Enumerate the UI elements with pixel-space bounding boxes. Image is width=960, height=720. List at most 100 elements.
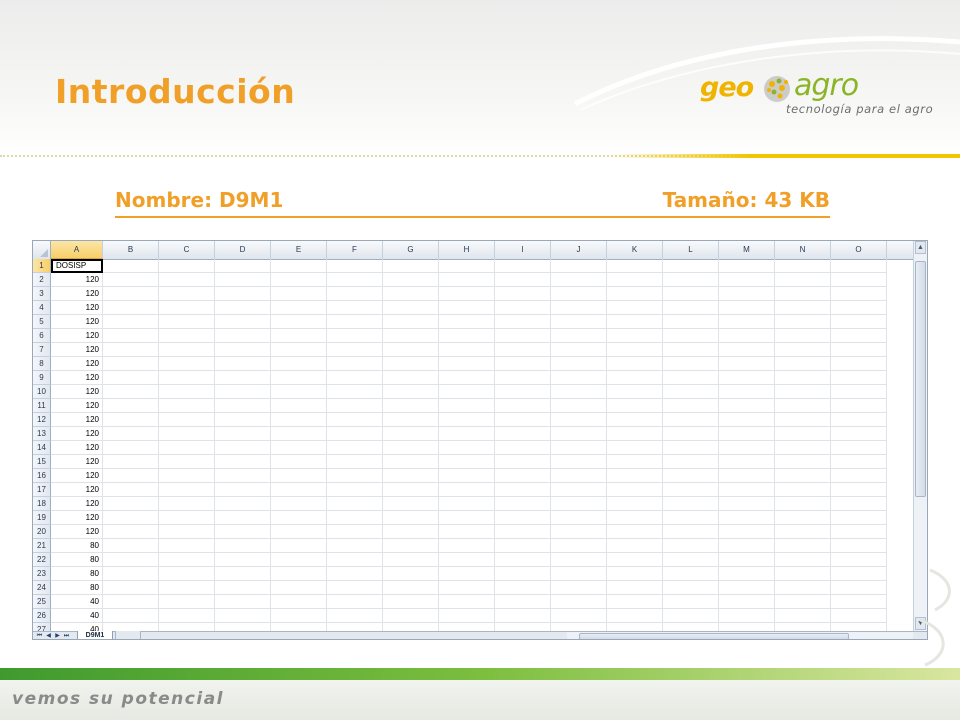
cell-i4[interactable] (495, 301, 551, 315)
cell-h15[interactable] (439, 455, 495, 469)
cell-d3[interactable] (215, 287, 271, 301)
cell-n11[interactable] (775, 399, 831, 413)
cell-k16[interactable] (607, 469, 663, 483)
cell-o17[interactable] (831, 483, 887, 497)
cell-a6[interactable]: 120 (51, 329, 103, 343)
cell-m27[interactable] (719, 623, 775, 631)
cell-k2[interactable] (607, 273, 663, 287)
cell-f15[interactable] (327, 455, 383, 469)
row-header[interactable]: 12 (33, 413, 51, 427)
vertical-scroll-thumb[interactable] (915, 261, 926, 497)
cell-l9[interactable] (663, 371, 719, 385)
cell-j24[interactable] (551, 581, 607, 595)
cell-j20[interactable] (551, 525, 607, 539)
cell-a2[interactable]: 120 (51, 273, 103, 287)
cell-b18[interactable] (103, 497, 159, 511)
cell-g22[interactable] (383, 553, 439, 567)
cell-i10[interactable] (495, 385, 551, 399)
cell-h16[interactable] (439, 469, 495, 483)
row-header[interactable]: 7 (33, 343, 51, 357)
cell-n22[interactable] (775, 553, 831, 567)
cell-e13[interactable] (271, 427, 327, 441)
cell-o21[interactable] (831, 539, 887, 553)
cell-f11[interactable] (327, 399, 383, 413)
cell-j5[interactable] (551, 315, 607, 329)
cell-k21[interactable] (607, 539, 663, 553)
cell-h10[interactable] (439, 385, 495, 399)
cell-l20[interactable] (663, 525, 719, 539)
cell-o1[interactable] (831, 259, 887, 273)
cell-i13[interactable] (495, 427, 551, 441)
cell-a9[interactable]: 120 (51, 371, 103, 385)
cell-g8[interactable] (383, 357, 439, 371)
cell-d2[interactable] (215, 273, 271, 287)
sheet-tab-d9m1[interactable]: D9M1 (77, 631, 113, 639)
cell-g6[interactable] (383, 329, 439, 343)
cell-a8[interactable]: 120 (51, 357, 103, 371)
cell-g7[interactable] (383, 343, 439, 357)
row-header[interactable]: 26 (33, 609, 51, 623)
cell-m5[interactable] (719, 315, 775, 329)
cell-g13[interactable] (383, 427, 439, 441)
cell-a20[interactable]: 120 (51, 525, 103, 539)
cell-m7[interactable] (719, 343, 775, 357)
cell-d8[interactable] (215, 357, 271, 371)
cell-h1[interactable] (439, 259, 495, 273)
cell-l17[interactable] (663, 483, 719, 497)
column-header-f[interactable]: F (327, 241, 383, 259)
cell-f10[interactable] (327, 385, 383, 399)
cell-k27[interactable] (607, 623, 663, 631)
cell-b2[interactable] (103, 273, 159, 287)
cell-i16[interactable] (495, 469, 551, 483)
cell-g19[interactable] (383, 511, 439, 525)
cell-a12[interactable]: 120 (51, 413, 103, 427)
cell-j4[interactable] (551, 301, 607, 315)
cell-o14[interactable] (831, 441, 887, 455)
cell-e21[interactable] (271, 539, 327, 553)
cell-k13[interactable] (607, 427, 663, 441)
column-header-i[interactable]: I (495, 241, 551, 259)
cell-b10[interactable] (103, 385, 159, 399)
cell-n18[interactable] (775, 497, 831, 511)
cell-n14[interactable] (775, 441, 831, 455)
cell-c3[interactable] (159, 287, 215, 301)
row-header[interactable]: 21 (33, 539, 51, 553)
cell-k10[interactable] (607, 385, 663, 399)
cell-l12[interactable] (663, 413, 719, 427)
cell-j18[interactable] (551, 497, 607, 511)
column-header-g[interactable]: G (383, 241, 439, 259)
cell-g23[interactable] (383, 567, 439, 581)
cell-f24[interactable] (327, 581, 383, 595)
cell-g26[interactable] (383, 609, 439, 623)
row-header[interactable]: 17 (33, 483, 51, 497)
row-header[interactable]: 8 (33, 357, 51, 371)
cell-g2[interactable] (383, 273, 439, 287)
cell-e18[interactable] (271, 497, 327, 511)
cell-k18[interactable] (607, 497, 663, 511)
cell-h27[interactable] (439, 623, 495, 631)
cell-i14[interactable] (495, 441, 551, 455)
column-header-j[interactable]: J (551, 241, 607, 259)
cell-a5[interactable]: 120 (51, 315, 103, 329)
cell-j26[interactable] (551, 609, 607, 623)
cell-g5[interactable] (383, 315, 439, 329)
cell-o15[interactable] (831, 455, 887, 469)
cell-n6[interactable] (775, 329, 831, 343)
cell-i6[interactable] (495, 329, 551, 343)
cell-h2[interactable] (439, 273, 495, 287)
cell-n4[interactable] (775, 301, 831, 315)
row-header[interactable]: 14 (33, 441, 51, 455)
cell-e24[interactable] (271, 581, 327, 595)
cell-l25[interactable] (663, 595, 719, 609)
cell-m19[interactable] (719, 511, 775, 525)
cell-i2[interactable] (495, 273, 551, 287)
cell-c1[interactable] (159, 259, 215, 273)
cell-d14[interactable] (215, 441, 271, 455)
cell-f19[interactable] (327, 511, 383, 525)
cell-c9[interactable] (159, 371, 215, 385)
cell-l14[interactable] (663, 441, 719, 455)
cell-o20[interactable] (831, 525, 887, 539)
cell-f18[interactable] (327, 497, 383, 511)
cell-j22[interactable] (551, 553, 607, 567)
cell-k8[interactable] (607, 357, 663, 371)
